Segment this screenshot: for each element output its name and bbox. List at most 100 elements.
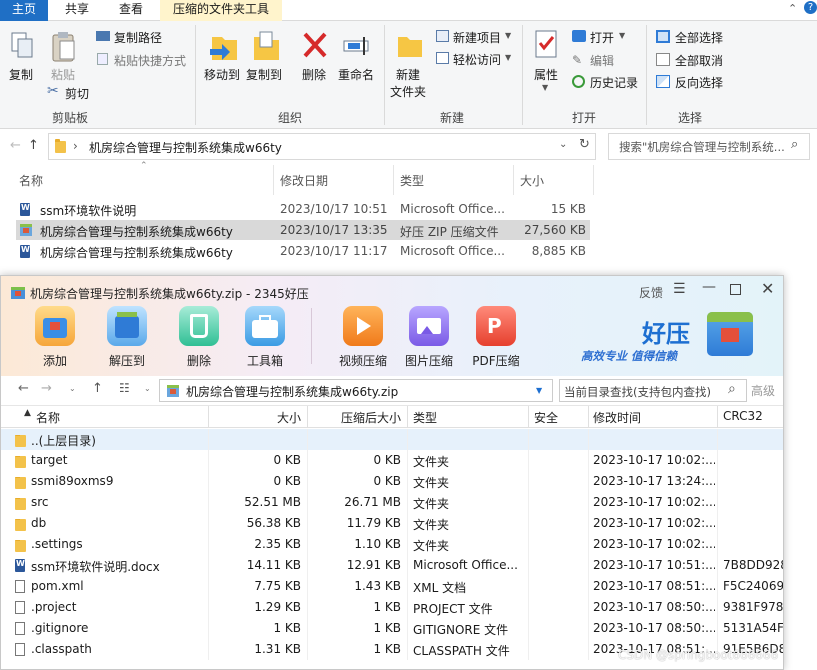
- word-doc-icon: [20, 203, 30, 216]
- file-row[interactable]: ssm环境软件说明 2023/10/17 10:51 Microsoft Off…: [16, 199, 590, 219]
- select-all-icon: [656, 30, 670, 43]
- address-bar[interactable]: › 机房综合管理与控制系统集成w66ty ⌄ ↻: [48, 133, 596, 160]
- column-type[interactable]: 类型: [413, 409, 437, 426]
- archive-file-type: XML 文档: [413, 581, 467, 595]
- haozip-app-icon: [11, 287, 25, 299]
- refresh-icon[interactable]: ↻: [579, 137, 590, 152]
- move-to-icon: [210, 37, 237, 60]
- close-icon[interactable]: ✕: [761, 279, 774, 298]
- tab-compressed-folder-tools[interactable]: 压缩的文件夹工具: [160, 0, 282, 21]
- group-separator: [646, 25, 647, 125]
- archive-file-size: 0 KB: [273, 453, 301, 467]
- archive-row[interactable]: target 0 KB 0 KB 文件夹 2023-10-17 10:02:...: [1, 450, 783, 471]
- feedback-link[interactable]: 反馈: [639, 284, 663, 301]
- archive-file-type: Microsoft Office...: [413, 558, 518, 572]
- back-arrow-icon[interactable]: ←: [10, 138, 21, 153]
- folder-icon: [15, 519, 26, 531]
- column-packed-size[interactable]: 压缩后大小: [307, 409, 401, 426]
- pdf-compress-icon: P: [476, 306, 516, 346]
- path-dropdown-icon[interactable]: ▼: [536, 386, 542, 395]
- column-size[interactable]: 大小: [207, 409, 301, 426]
- column-security[interactable]: 安全: [534, 409, 558, 426]
- column-name[interactable]: 名称: [19, 172, 43, 189]
- minimize-icon[interactable]: —: [702, 279, 716, 295]
- archive-file-crc32: 7B8DD928: [723, 558, 783, 572]
- up-arrow-icon[interactable]: ↑: [28, 138, 39, 153]
- folder-icon: [15, 540, 26, 552]
- archive-file-type: 文件夹: [413, 497, 450, 511]
- up-arrow-icon[interactable]: ↑: [92, 381, 103, 396]
- folder-icon: [55, 139, 66, 153]
- new-folder-label-2: 文件夹: [390, 85, 427, 99]
- archive-search-box[interactable]: 当前目录查找(支持包内查找) ⌕: [559, 379, 747, 402]
- archive-row[interactable]: .settings 2.35 KB 1.10 KB 文件夹 2023-10-17 10:…: [1, 534, 783, 555]
- help-icon[interactable]: ?: [804, 1, 817, 14]
- toolbox-label: 工具箱: [246, 354, 283, 368]
- tab-home[interactable]: 主页: [0, 0, 48, 22]
- folder-icon: [15, 435, 26, 447]
- search-icon[interactable]: ⌕: [791, 137, 798, 152]
- archive-file-size: 0 KB: [273, 474, 301, 488]
- column-date[interactable]: 修改日期: [280, 172, 328, 189]
- haozip-window: 机房综合管理与控制系统集成w66ty.zip - 2345好压 反馈 ☰ — ✕…: [0, 275, 784, 670]
- brand-logo-icon: [707, 312, 753, 356]
- archive-file-size: 14.11 KB: [246, 558, 301, 572]
- archive-path-bar[interactable]: 机房综合管理与控制系统集成w66ty.zip ▼: [159, 379, 553, 402]
- history-dropdown-icon[interactable]: ⌄: [69, 384, 76, 393]
- word-doc-icon: [20, 245, 30, 258]
- file-type: 好压 ZIP 压缩文件: [400, 225, 499, 239]
- breadcrumb-path[interactable]: 机房综合管理与控制系统集成w66ty: [89, 139, 282, 156]
- word-doc-icon: [15, 559, 25, 572]
- search-icon[interactable]: ⌕: [728, 381, 736, 397]
- column-size[interactable]: 大小: [520, 172, 544, 189]
- new-group-label: 新建: [439, 111, 464, 125]
- column-crc32[interactable]: CRC32: [723, 409, 763, 423]
- file-row[interactable]: 机房综合管理与控制系统集成w66ty 2023/10/17 11:17 Micr…: [16, 241, 590, 261]
- archive-row[interactable]: .project 1.29 KB 1 KB PROJECT 文件 2023-10-17 …: [1, 597, 783, 618]
- archive-row[interactable]: .gitignore 1 KB 1 KB GITIGNORE 文件 2023-10-17…: [1, 618, 783, 639]
- view-mode-icon[interactable]: ☷: [119, 381, 130, 395]
- archive-file-modified: 2023-10-17 10:02:...: [593, 453, 715, 467]
- archive-file-packed-size: 12.91 KB: [346, 558, 401, 572]
- archive-file-type: PROJECT 文件: [413, 602, 493, 616]
- column-name[interactable]: 名称: [36, 409, 60, 426]
- archive-row[interactable]: ..(上层目录): [1, 429, 783, 450]
- archive-file-modified: 2023-10-17 08:51:...: [593, 579, 715, 593]
- archive-file-packed-size: 1 KB: [373, 621, 401, 635]
- column-modified[interactable]: 修改时间: [593, 409, 641, 426]
- address-dropdown-icon[interactable]: ⌄: [559, 139, 567, 150]
- tab-view[interactable]: 查看: [106, 0, 156, 21]
- archive-row[interactable]: src 52.51 MB 26.71 MB 文件夹 2023-10-17 10:02:.…: [1, 492, 783, 513]
- archive-file-packed-size: 0 KB: [373, 453, 401, 467]
- video-compress-label: 视频压缩: [338, 354, 387, 368]
- tab-share[interactable]: 共享: [52, 0, 102, 21]
- select-none-label: 全部取消: [675, 54, 724, 68]
- back-arrow-icon[interactable]: ←: [18, 381, 29, 396]
- archive-file-packed-size: 26.71 MB: [344, 495, 401, 509]
- breadcrumb-chevron-icon: ›: [73, 139, 78, 153]
- forward-arrow-icon[interactable]: →: [41, 381, 52, 396]
- toolbox-icon: [245, 306, 285, 346]
- collapse-ribbon-icon[interactable]: ⌃: [788, 2, 797, 15]
- move-to-label: 移动到: [204, 68, 241, 82]
- file-icon: [15, 643, 25, 656]
- column-divider: [593, 165, 594, 195]
- invert-selection-icon: [656, 75, 670, 88]
- advanced-search-link[interactable]: 高级: [751, 382, 775, 399]
- archive-row[interactable]: db 56.38 KB 11.79 KB 文件夹 2023-10-17 10:02:..…: [1, 513, 783, 534]
- group-separator: [195, 25, 196, 125]
- search-box[interactable]: 搜索"机房综合管理与控制系统... ⌕: [608, 133, 810, 160]
- maximize-icon[interactable]: [730, 284, 741, 295]
- file-icon: [15, 601, 25, 614]
- view-dropdown-icon[interactable]: ⌄: [144, 384, 151, 393]
- menu-icon[interactable]: ☰: [673, 281, 686, 297]
- haozip-header: 机房综合管理与控制系统集成w66ty.zip - 2345好压 反馈 ☰ — ✕…: [1, 276, 783, 376]
- archive-row[interactable]: ssmi89oxms9 0 KB 0 KB 文件夹 2023-10-17 13:24:.…: [1, 471, 783, 492]
- file-row[interactable]: 机房综合管理与控制系统集成w66ty 2023/10/17 13:35 好压 Z…: [16, 220, 590, 240]
- history-label: 历史记录: [590, 76, 639, 90]
- archive-row[interactable]: pom.xml 7.75 KB 1.43 KB XML 文档 2023-10-17 08…: [1, 576, 783, 597]
- column-type[interactable]: 类型: [400, 172, 424, 189]
- archive-row[interactable]: ssm环境软件说明.docx 14.11 KB 12.91 KB Microsoft …: [1, 555, 783, 576]
- history-icon: [572, 75, 585, 88]
- brand-slogan: 高效专业 值得信赖: [581, 349, 678, 363]
